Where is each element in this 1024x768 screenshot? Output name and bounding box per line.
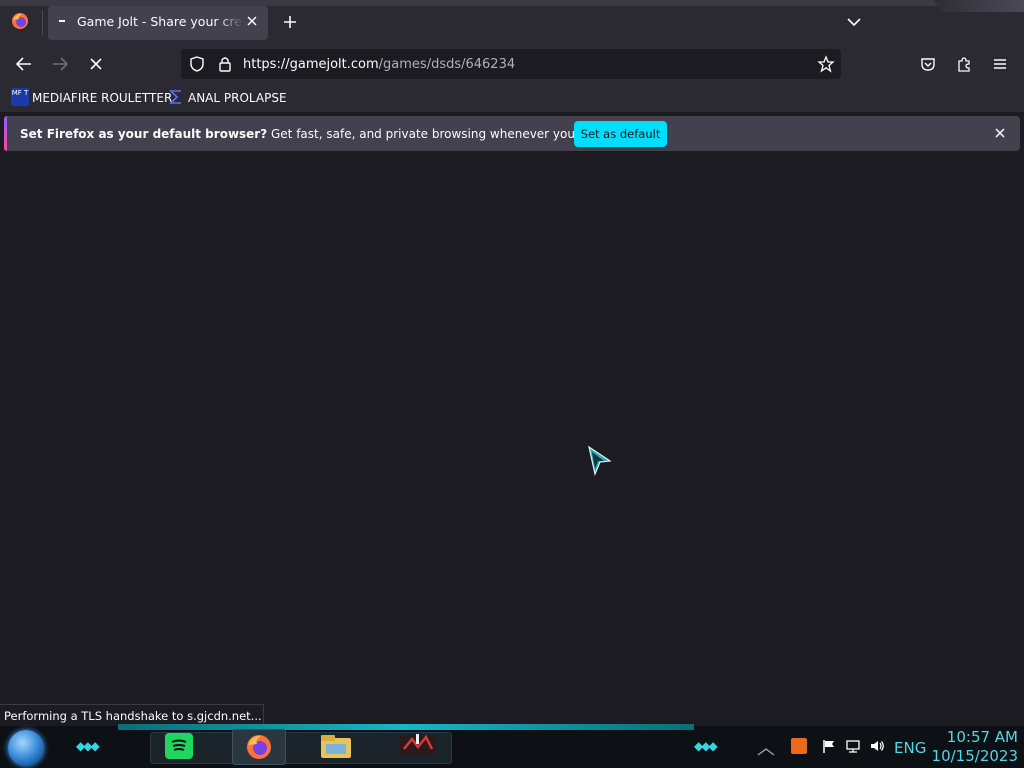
forward-icon[interactable] bbox=[50, 54, 70, 74]
action-center-flag-icon[interactable] bbox=[821, 738, 837, 754]
set-as-default-button[interactable]: Set as default bbox=[574, 121, 667, 147]
hamburger-menu-icon[interactable] bbox=[991, 55, 1011, 75]
start-button-orb-icon[interactable] bbox=[8, 730, 44, 766]
firefox-taskbar-button[interactable] bbox=[232, 729, 286, 765]
bookmark-mediafire-rouletter[interactable]: MEDIAFIRE ROULETTER bbox=[32, 91, 172, 105]
status-panel: Performing a TLS handshake to s.gjcdn.ne… bbox=[0, 704, 264, 726]
mouse-cursor-icon bbox=[586, 444, 614, 478]
extensions-icon[interactable] bbox=[955, 55, 975, 75]
back-icon[interactable] bbox=[14, 54, 34, 74]
list-all-tabs-icon[interactable] bbox=[845, 13, 863, 31]
show-hidden-icons-icon[interactable] bbox=[756, 742, 776, 756]
bookmark-star-icon[interactable] bbox=[817, 55, 837, 75]
input-language[interactable]: ENG bbox=[894, 739, 926, 757]
game-app-icon[interactable] bbox=[398, 731, 438, 759]
taskbar-decoration-right: ◆◆◆ bbox=[694, 739, 718, 753]
url-path: /games/dsds/646234 bbox=[378, 57, 516, 72]
clock-time[interactable]: 10:57 AM bbox=[934, 728, 1018, 746]
taskbar-accent-strip bbox=[118, 724, 694, 730]
notification-close-icon[interactable] bbox=[992, 125, 1008, 141]
tab-close-icon[interactable] bbox=[244, 13, 260, 29]
tab-separator bbox=[42, 10, 43, 36]
sigma-bookmark-icon bbox=[168, 89, 184, 105]
tab-loading-indicator bbox=[59, 20, 65, 22]
network-icon[interactable] bbox=[845, 738, 861, 754]
taskbar-decoration-left: ◆◆◆ bbox=[76, 739, 100, 753]
clock-date[interactable]: 10/15/2023 bbox=[930, 747, 1018, 765]
notification-message: Set Firefox as your default browser? Get… bbox=[20, 127, 656, 141]
lock-icon[interactable] bbox=[216, 55, 236, 75]
url-host: https://gamejolt.com bbox=[243, 57, 379, 72]
tracking-protection-shield-icon[interactable] bbox=[188, 55, 208, 75]
pocket-icon[interactable] bbox=[919, 55, 939, 75]
volume-icon[interactable] bbox=[869, 738, 885, 754]
tab-title: Game Jolt - Share your creations bbox=[77, 14, 243, 29]
page-content-loading[interactable] bbox=[0, 155, 1024, 725]
window-decoration bbox=[934, 0, 1024, 12]
tray-app-icon[interactable] bbox=[791, 738, 807, 754]
firefox-icon bbox=[247, 735, 271, 759]
bookmark-anal-prolapse[interactable]: ANAL PROLAPSE bbox=[188, 91, 287, 105]
spotify-icon[interactable] bbox=[164, 732, 194, 760]
file-explorer-icon[interactable] bbox=[318, 732, 354, 760]
mediafire-icon: MF T bbox=[11, 88, 29, 106]
new-tab-icon[interactable] bbox=[281, 13, 299, 31]
firefox-menu-icon[interactable] bbox=[10, 11, 30, 31]
notification-title: Set Firefox as your default browser? bbox=[20, 127, 268, 141]
url-text[interactable]: https://gamejolt.com/games/dsds/646234 bbox=[243, 57, 515, 72]
stop-loading-icon[interactable] bbox=[86, 54, 106, 74]
mediafire-icon-text: MF T bbox=[11, 89, 29, 97]
notification-accent bbox=[4, 116, 7, 151]
